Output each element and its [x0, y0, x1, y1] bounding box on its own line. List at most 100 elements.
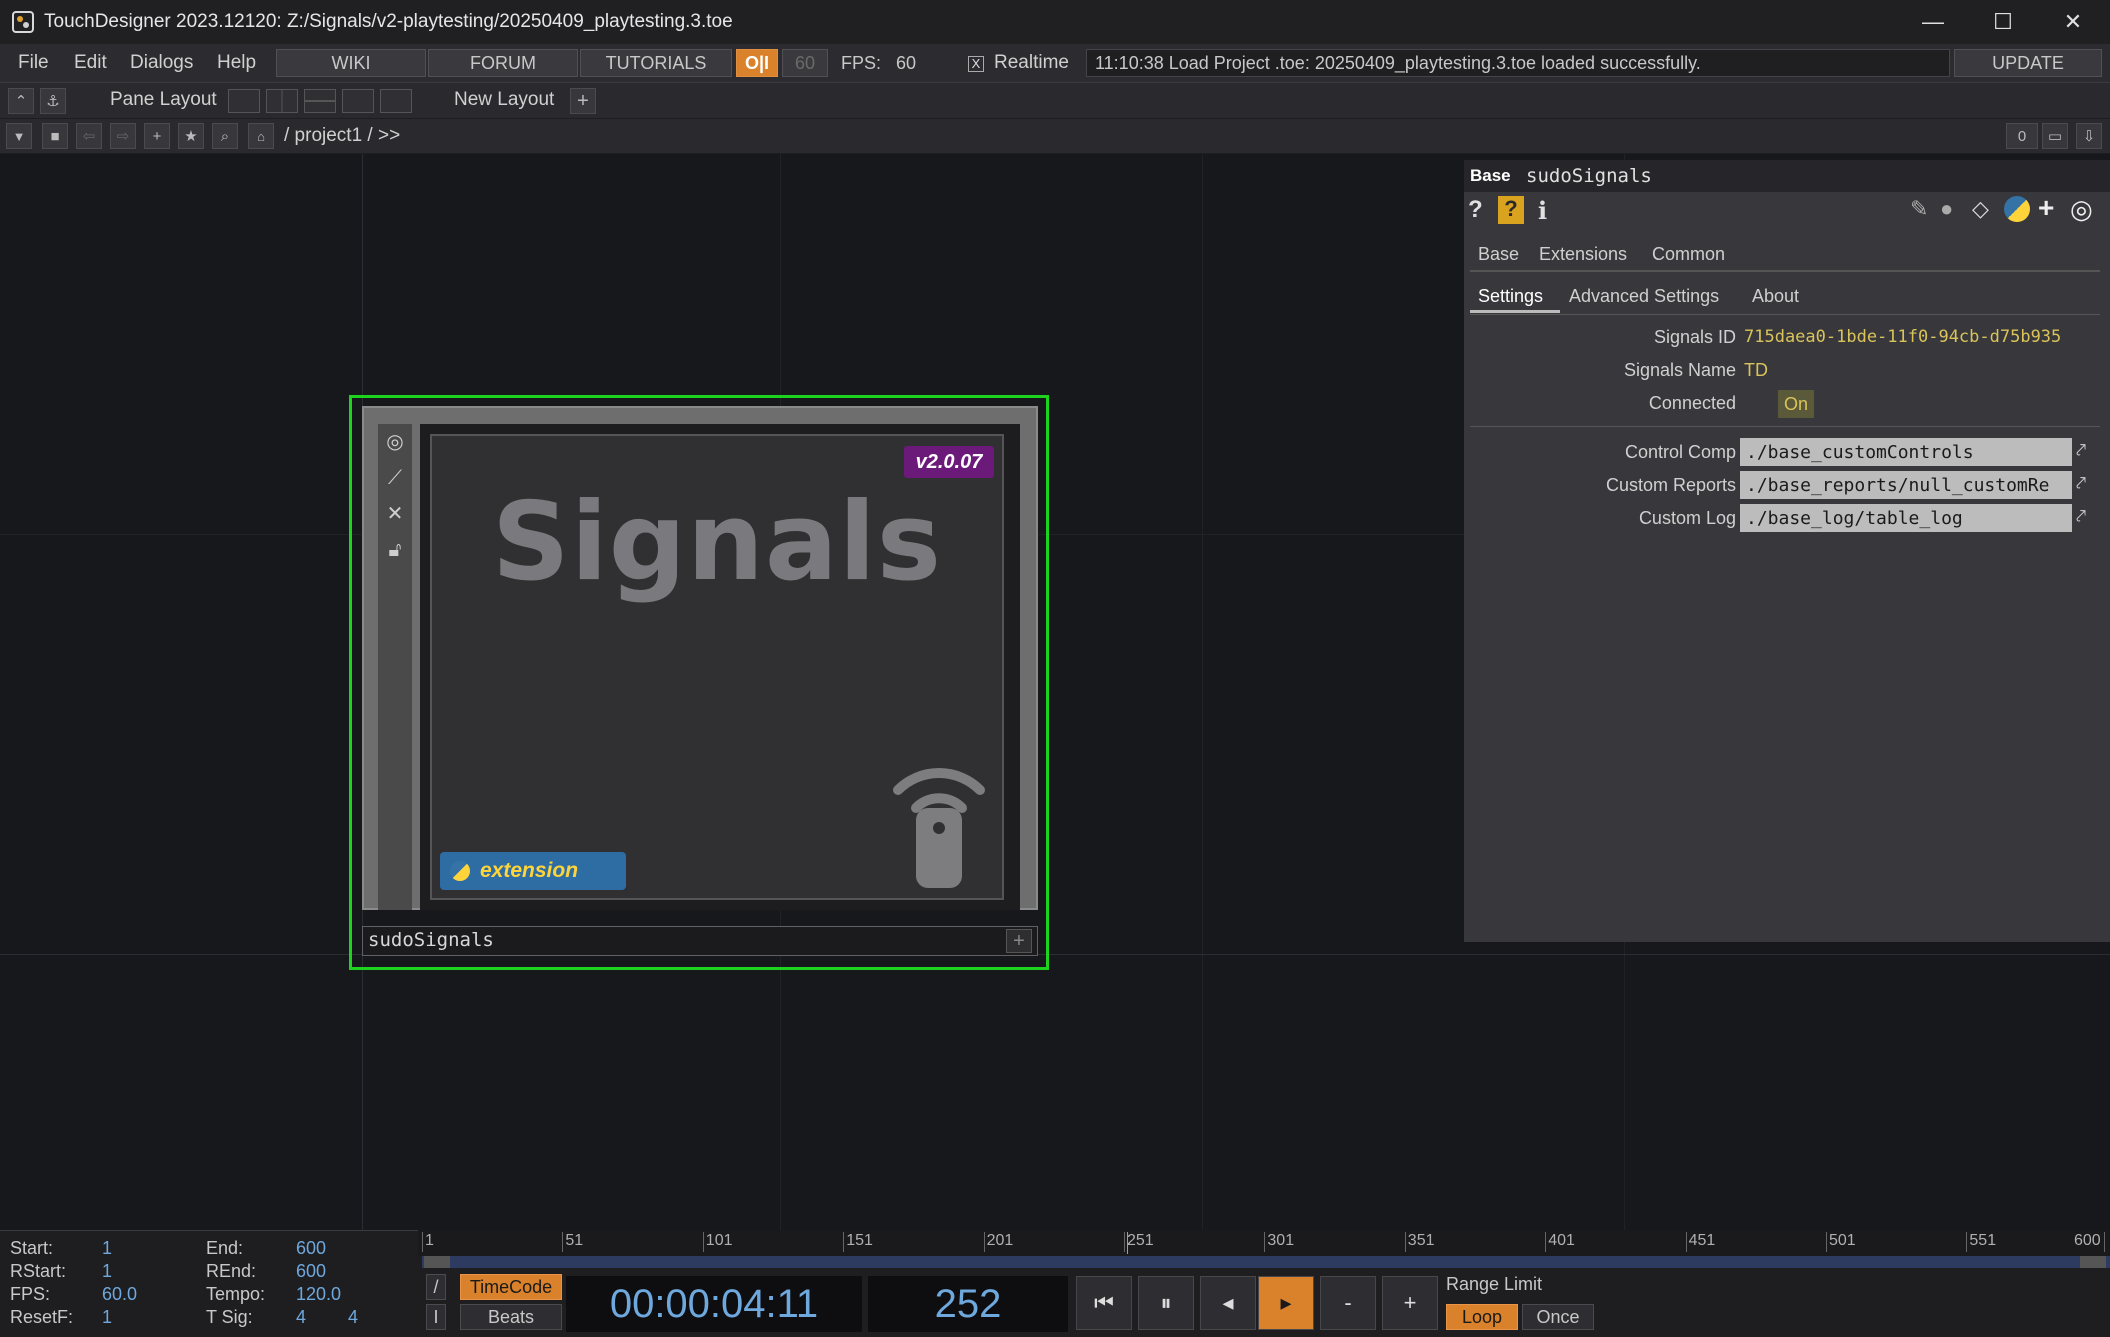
range-end-handle[interactable] — [2080, 1256, 2106, 1268]
back-arrow-icon[interactable]: ⇦ — [76, 123, 102, 149]
node-name[interactable]: sudoSignals — [368, 929, 494, 951]
maximize-pane-icon[interactable]: ▭ — [2042, 123, 2068, 149]
edit-flag-icon[interactable]: ⟋ — [382, 464, 408, 492]
search-icon[interactable]: ⌕ — [212, 123, 238, 149]
layout-split-vertical-icon[interactable] — [266, 89, 298, 113]
signals-name-value[interactable]: TD — [1744, 360, 1768, 381]
play-reverse-button[interactable]: ◂ — [1200, 1276, 1256, 1330]
pane-expand-icon[interactable]: ⌃ — [8, 88, 34, 114]
signals-id-value[interactable]: 715daea0-1bde-11f0-94cb-d75b935 — [1744, 327, 2061, 347]
i-button[interactable]: I — [426, 1304, 446, 1330]
timeline-range-bar[interactable] — [422, 1256, 2110, 1268]
end-value[interactable]: 600 — [296, 1238, 326, 1259]
frame-display[interactable]: 252 — [868, 1276, 1068, 1332]
rewind-button[interactable]: ⏮ — [1076, 1276, 1132, 1330]
tempo-value[interactable]: 120.0 — [296, 1284, 341, 1305]
custom-reports-picker-icon[interactable]: ⤤ — [2076, 473, 2102, 499]
perform-mode-toggle[interactable]: O|I — [736, 49, 778, 77]
resetf-value[interactable]: 1 — [102, 1307, 112, 1328]
layout-single-icon[interactable] — [228, 89, 260, 113]
close-button[interactable]: ✕ — [2038, 0, 2108, 44]
realtime-checkbox[interactable]: X — [968, 56, 984, 72]
tab-advanced-settings[interactable]: Advanced Settings — [1569, 286, 1719, 307]
clear-icon[interactable]: ◇ — [1972, 196, 1989, 222]
info-icon[interactable]: i — [1538, 196, 1547, 225]
node-add-button[interactable]: + — [1006, 929, 1032, 953]
custom-log-picker-icon[interactable]: ⤤ — [2076, 506, 2102, 532]
viewer-flag-icon[interactable]: ◎ — [382, 428, 408, 456]
start-value[interactable]: 1 — [102, 1238, 112, 1259]
beats-mode-button[interactable]: Beats — [460, 1304, 562, 1330]
update-button[interactable]: UPDATE — [1954, 49, 2102, 77]
timeline-tick — [1685, 1232, 1687, 1252]
wiki-button[interactable]: WIKI — [276, 49, 426, 77]
pane-type-icon[interactable]: ■ — [42, 123, 68, 149]
slash-button[interactable]: / — [426, 1274, 446, 1300]
custom-reports-field[interactable]: ./base_reports/null_customRe — [1740, 471, 2072, 499]
tab-settings[interactable]: Settings — [1478, 286, 1543, 307]
add-parameter-icon[interactable]: + — [2038, 192, 2054, 224]
add-operator-icon[interactable]: + — [144, 123, 170, 149]
rend-value[interactable]: 600 — [296, 1261, 326, 1282]
maximize-button[interactable]: ☐ — [1968, 0, 2038, 44]
once-button[interactable]: Once — [1522, 1304, 1594, 1330]
play-forward-button[interactable]: ▸ — [1258, 1276, 1314, 1330]
tab-base[interactable]: Base — [1478, 244, 1519, 265]
step-back-button[interactable]: - — [1320, 1276, 1376, 1330]
menu-dialogs[interactable]: Dialogs — [130, 52, 193, 74]
custom-log-label: Custom Log — [1638, 508, 1736, 528]
counter-field[interactable]: 0 — [2006, 123, 2038, 149]
timeline-tick — [1826, 1232, 1827, 1252]
extension-badge: extension — [440, 852, 626, 890]
connected-toggle[interactable]: On — [1778, 390, 1814, 418]
timecode-mode-button[interactable]: TimeCode — [460, 1274, 562, 1300]
menu-help[interactable]: Help — [217, 52, 256, 74]
menu-edit[interactable]: Edit — [74, 52, 107, 74]
timeline-tick-label: 301 — [1267, 1232, 1295, 1249]
tutorials-button[interactable]: TUTORIALS — [580, 49, 732, 77]
network-path-breadcrumb[interactable]: / project1 / >> — [284, 125, 400, 147]
pane-anchor-icon[interactable]: ⚓ — [40, 88, 66, 114]
timeline-tick-label: 101 — [705, 1232, 733, 1249]
fps-value-timeline[interactable]: 60.0 — [102, 1284, 137, 1305]
loop-button[interactable]: Loop — [1446, 1304, 1518, 1330]
fps-value: 60 — [896, 52, 917, 73]
range-start-handle[interactable] — [424, 1256, 450, 1268]
forward-arrow-icon[interactable]: ⇨ — [110, 123, 136, 149]
pause-button[interactable]: ⏸ — [1138, 1276, 1194, 1330]
bypass-flag-icon[interactable]: ✕ — [382, 500, 408, 528]
forum-button[interactable]: FORUM — [428, 49, 578, 77]
bookmark-star-icon[interactable]: ★ — [178, 123, 204, 149]
tsig-denominator[interactable]: 4 — [348, 1307, 358, 1328]
timecode-display[interactable]: 00:00:04:11 — [566, 1276, 862, 1332]
home-icon[interactable]: ⌂ — [248, 123, 274, 149]
layout-four-icon[interactable] — [380, 89, 412, 113]
tsig-numerator[interactable]: 4 — [296, 1307, 306, 1328]
tab-common[interactable]: Common — [1652, 244, 1725, 265]
menu-file[interactable]: File — [18, 52, 49, 74]
python-icon[interactable] — [2004, 196, 2030, 222]
version-badge: v2.0.07 — [904, 446, 994, 478]
step-forward-button[interactable]: + — [1382, 1276, 1438, 1330]
tab-about[interactable]: About — [1752, 286, 1799, 307]
control-comp-picker-icon[interactable]: ⤤ — [2076, 440, 2102, 466]
minimize-button[interactable]: — — [1898, 0, 1968, 44]
tab-extensions[interactable]: Extensions — [1539, 244, 1627, 265]
layout-split-horizontal-icon[interactable] — [304, 89, 336, 113]
op-name-field[interactable]: sudoSignals — [1526, 165, 1652, 187]
custom-log-field[interactable]: ./base_log/table_log — [1740, 504, 2072, 532]
fps-target-field[interactable]: 60 — [782, 49, 828, 77]
pane-menu-icon[interactable]: ▼ — [6, 123, 32, 149]
add-layout-button[interactable]: + — [570, 88, 596, 114]
playhead[interactable] — [1126, 1232, 1128, 1254]
target-icon[interactable]: ◎ — [2070, 194, 2093, 225]
edit-pencil-icon[interactable]: ✎ — [1910, 196, 1928, 222]
control-comp-field[interactable]: ./base_customControls — [1740, 438, 2072, 466]
python-help-icon[interactable]: ? — [1498, 196, 1524, 224]
import-icon[interactable]: ⇩ — [2076, 123, 2102, 149]
layout-three-icon[interactable] — [342, 89, 374, 113]
comment-icon[interactable]: ● — [1940, 196, 1953, 222]
rstart-value[interactable]: 1 — [102, 1261, 112, 1282]
help-icon[interactable]: ? — [1468, 196, 1483, 224]
lock-flag-icon[interactable]: 🔓︎ — [382, 536, 408, 564]
